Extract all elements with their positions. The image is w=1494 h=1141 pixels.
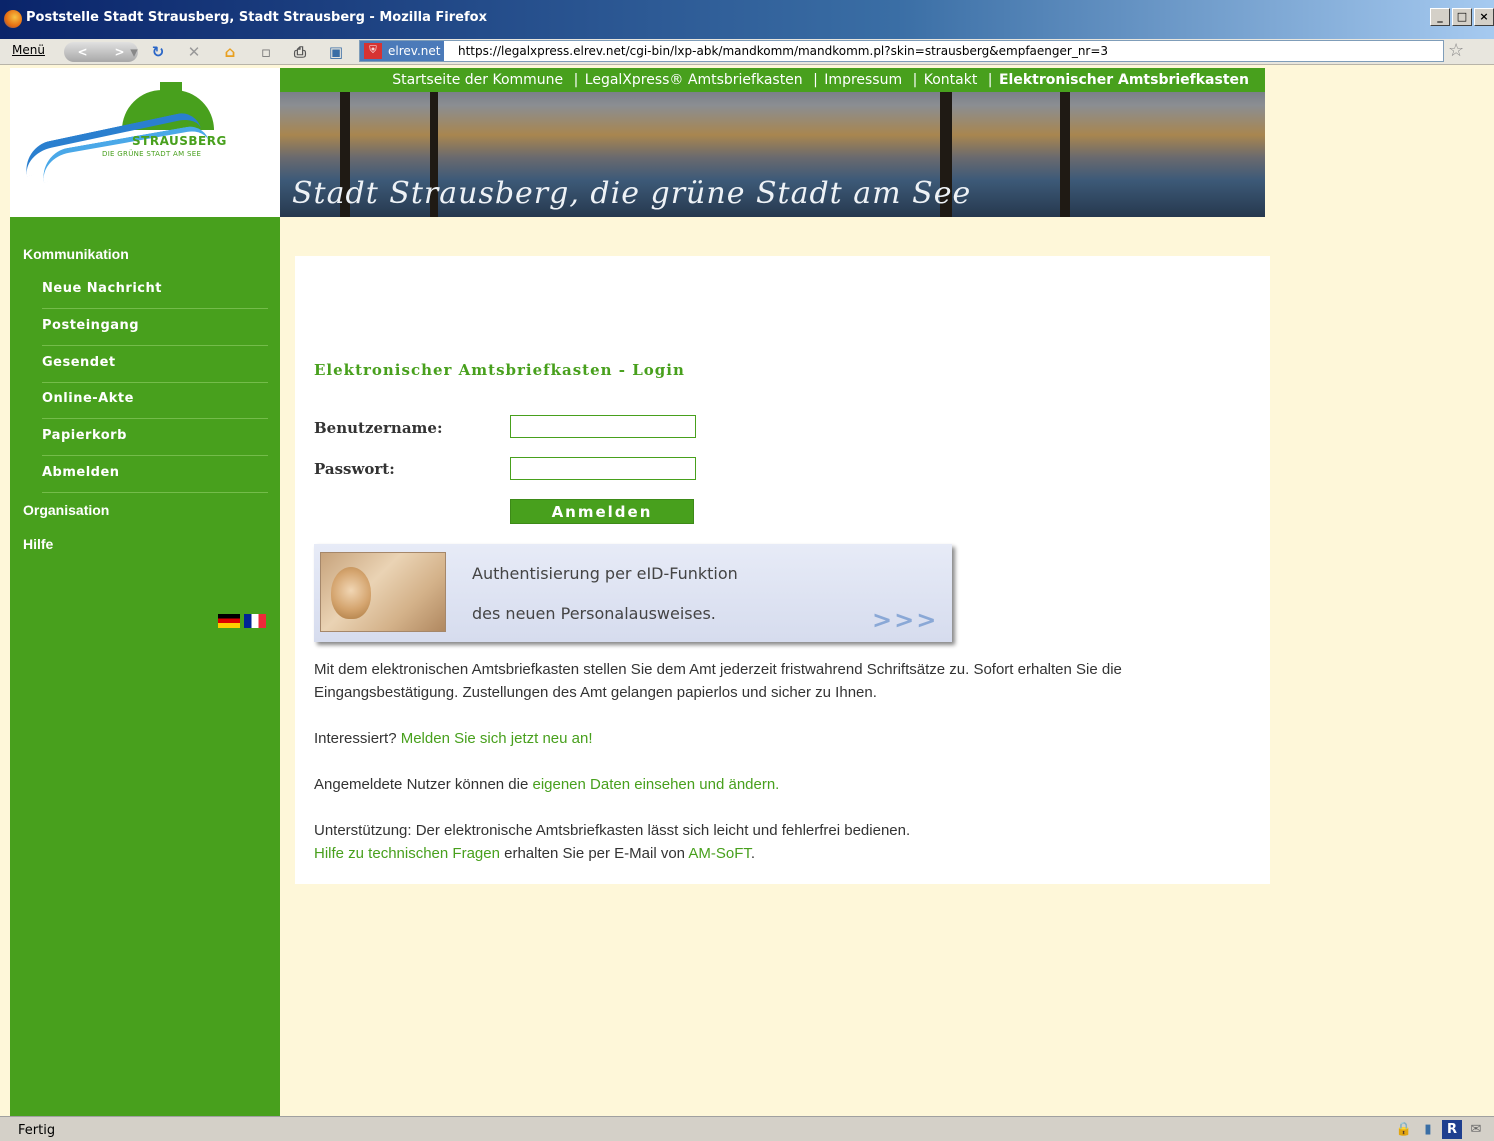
nav-kontakt[interactable]: Kontakt [924,72,978,88]
eid-line-2: des neuen Personalausweises. [472,604,716,623]
nav-separator: | [573,72,579,88]
close-button[interactable]: × [1474,8,1494,26]
lock-icon[interactable]: 🔒 [1394,1120,1414,1139]
own-data-link[interactable]: eigenen Daten einsehen und ändern. [532,776,779,793]
username-label: Benutzername: [314,419,443,437]
status-icons: 🔒 ▮ R ✉ [1394,1120,1486,1139]
username-input[interactable] [510,415,696,438]
amsoft-link[interactable]: AM-SoFT [688,845,751,862]
header-banner: Startseite der Kommune | LegalXpress® Am… [280,68,1265,217]
own-data-prompt: Angemeldete Nutzer können die [314,776,533,793]
register-prompt: Interessiert? [314,730,401,747]
german-flag-icon[interactable] [218,614,240,628]
status-text: Fertig [18,1123,56,1138]
eid-line-1: Authentisierung per eID-Funktion [472,564,738,583]
maximize-button[interactable]: □ [1452,8,1472,26]
password-label: Passwort: [314,460,395,478]
tree-shape [1060,92,1070,217]
bookmark-icon[interactable]: ▣ [326,42,346,62]
firefox-icon [4,10,22,28]
eid-login-banner[interactable]: Authentisierung per eID-Funktion des neu… [314,544,952,642]
sidebar-section-organisation[interactable]: Organisation [23,502,109,518]
site-badge-label: elrev.net [388,44,441,58]
support-mid-text: erhalten Sie per E-Mail von [499,845,689,862]
r-addon-icon[interactable]: R [1442,1120,1462,1139]
password-input[interactable] [510,457,696,480]
status-bar: Fertig 🔒 ▮ R ✉ [0,1116,1494,1141]
banner-slogan: Stadt Strausberg, die grüne Stadt am See [292,176,972,211]
sidebar-item-posteingang[interactable]: Posteingang [42,309,268,346]
info-paragraph-3: Angemeldete Nutzer können die eigenen Da… [314,773,1244,796]
window-controls: _ □ × [1430,8,1494,26]
tech-help-link[interactable]: Hilfe zu technischen Fragen [314,845,500,862]
window-titlebar: Poststelle Stadt Strausberg, Stadt Strau… [0,0,1494,39]
sidebar-item-papierkorb[interactable]: Papierkorb [42,419,268,456]
support-text: Unterstützung: Der elektronische Amtsbri… [314,822,911,839]
support-end: . [750,845,756,862]
id-card-portrait [331,567,371,619]
logo-name: STRAUSBERG [132,134,227,148]
print-icon[interactable]: ⎙ [290,42,310,62]
nav-separator: | [912,72,918,88]
reload-icon[interactable]: ↻ [148,42,168,62]
page-info-icon[interactable]: ▮ [1418,1120,1438,1139]
star-bookmark-icon[interactable]: ☆ [1448,40,1464,61]
home-icon[interactable]: ⌂ [220,42,240,62]
nav-startseite[interactable]: Startseite der Kommune [392,72,563,88]
sidebar-section-hilfe[interactable]: Hilfe [23,536,53,552]
eid-arrow-link[interactable]: >>> [872,606,938,634]
top-nav-links: Startseite der Kommune | LegalXpress® Am… [392,72,1255,88]
city-logo[interactable]: STRAUSBERG DIE GRÜNE STADT AM SEE [10,68,280,217]
register-link[interactable]: Melden Sie sich jetzt neu an! [401,730,593,747]
minimize-button[interactable]: _ [1430,8,1450,26]
shield-icon: ⛨ [364,43,382,59]
info-paragraph-4: Unterstützung: Der elektronische Amtsbri… [314,819,1244,865]
sidebar-section-kommunikation[interactable]: Kommunikation [23,246,129,262]
id-card-image [320,552,446,632]
nav-separator: | [987,72,993,88]
window-title: Poststelle Stadt Strausberg, Stadt Strau… [26,10,487,25]
back-button[interactable]: < [77,45,87,59]
support-line-2: Hilfe zu technischen Fragen erhalten Sie… [314,842,1244,865]
login-title: Elektronischer Amtsbriefkasten - Login [314,361,685,379]
french-flag-icon[interactable] [244,614,266,628]
logo-tagline: DIE GRÜNE STADT AM SEE [102,150,202,158]
menu-button[interactable]: Menü [12,43,45,57]
sidebar-item-neue-nachricht[interactable]: Neue Nachricht [42,272,268,309]
chevron-down-icon[interactable]: ▾ [124,42,144,62]
login-button[interactable]: Anmelden [510,499,694,524]
info-paragraph-1: Mit dem elektronischen Amtsbriefkasten s… [314,661,1122,701]
nav-amtsbriefkasten[interactable]: Elektronischer Amtsbriefkasten [999,72,1249,88]
site-identity-badge[interactable]: ⛨ elrev.net [360,41,445,61]
sidebar-item-online-akte[interactable]: Online-Akte [42,382,268,419]
logo-tower-shape [160,82,182,98]
language-flags [218,614,266,628]
nav-impressum[interactable]: Impressum [824,72,902,88]
sidebar-item-abmelden[interactable]: Abmelden [42,456,268,493]
url-bar[interactable]: ⛨ elrev.net https://legalxpress.elrev.ne… [359,40,1444,62]
mail-icon[interactable]: ✉ [1466,1120,1486,1139]
stop-icon[interactable]: ✕ [184,42,204,62]
top-navigation: Startseite der Kommune | LegalXpress® Am… [280,68,1265,92]
nav-legalxpress[interactable]: LegalXpress® Amtsbriefkasten [585,72,803,88]
info-paragraph-2: Interessiert? Melden Sie sich jetzt neu … [314,727,1244,750]
url-text[interactable]: https://legalxpress.elrev.net/cgi-bin/lx… [458,44,1108,58]
sidebar-item-gesendet[interactable]: Gesendet [42,346,268,383]
page-icon[interactable]: ▫ [256,42,276,62]
nav-separator: | [813,72,818,88]
